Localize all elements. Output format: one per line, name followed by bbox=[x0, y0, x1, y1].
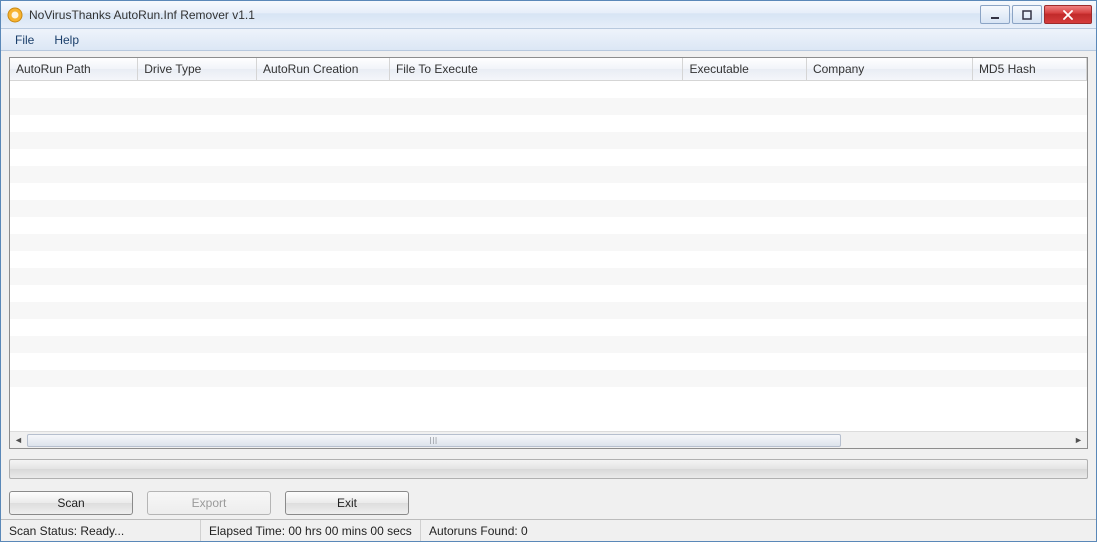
horizontal-scrollbar[interactable]: ◄ ||| ► bbox=[10, 431, 1087, 448]
list-row bbox=[10, 234, 1087, 251]
autorun-list: AutoRun Path Drive Type AutoRun Creation… bbox=[9, 57, 1088, 449]
col-autorun-creation[interactable]: AutoRun Creation bbox=[257, 58, 390, 80]
client-area: AutoRun Path Drive Type AutoRun Creation… bbox=[1, 51, 1096, 519]
exit-button[interactable]: Exit bbox=[285, 491, 409, 515]
list-body[interactable] bbox=[10, 81, 1087, 431]
export-button[interactable]: Export bbox=[147, 491, 271, 515]
list-row bbox=[10, 115, 1087, 132]
list-row bbox=[10, 183, 1087, 200]
app-icon bbox=[7, 7, 23, 23]
scroll-grip-icon: ||| bbox=[430, 437, 438, 444]
statusbar: Scan Status: Ready... Elapsed Time: 00 h… bbox=[1, 519, 1096, 541]
list-row bbox=[10, 166, 1087, 183]
list-row bbox=[10, 268, 1087, 285]
list-row bbox=[10, 132, 1087, 149]
list-row bbox=[10, 370, 1087, 387]
col-company[interactable]: Company bbox=[807, 58, 973, 80]
window-title: NoVirusThanks AutoRun.Inf Remover v1.1 bbox=[29, 8, 978, 22]
menubar: File Help bbox=[1, 29, 1096, 51]
button-row: Scan Export Exit bbox=[9, 491, 1088, 515]
window-controls bbox=[978, 5, 1092, 24]
status-scan: Scan Status: Ready... bbox=[1, 520, 201, 541]
menu-help[interactable]: Help bbox=[44, 31, 89, 49]
col-drive-type[interactable]: Drive Type bbox=[138, 58, 257, 80]
scroll-right-icon[interactable]: ► bbox=[1070, 432, 1087, 449]
list-row bbox=[10, 149, 1087, 166]
maximize-button[interactable] bbox=[1012, 5, 1042, 24]
list-row bbox=[10, 285, 1087, 302]
list-row bbox=[10, 217, 1087, 234]
list-row bbox=[10, 98, 1087, 115]
close-button[interactable] bbox=[1044, 5, 1092, 24]
list-row bbox=[10, 200, 1087, 217]
list-row bbox=[10, 353, 1087, 370]
list-row bbox=[10, 251, 1087, 268]
col-md5-hash[interactable]: MD5 Hash bbox=[973, 58, 1087, 80]
menu-file[interactable]: File bbox=[5, 31, 44, 49]
list-row bbox=[10, 336, 1087, 353]
titlebar[interactable]: NoVirusThanks AutoRun.Inf Remover v1.1 bbox=[1, 1, 1096, 29]
scroll-thumb[interactable]: ||| bbox=[27, 434, 841, 447]
col-executable[interactable]: Executable bbox=[683, 58, 807, 80]
list-row bbox=[10, 81, 1087, 98]
col-autorun-path[interactable]: AutoRun Path bbox=[10, 58, 138, 80]
progress-bar bbox=[9, 459, 1088, 479]
scroll-track[interactable]: ||| bbox=[27, 432, 1070, 448]
list-header: AutoRun Path Drive Type AutoRun Creation… bbox=[10, 58, 1087, 81]
minimize-button[interactable] bbox=[980, 5, 1010, 24]
list-row bbox=[10, 319, 1087, 336]
app-window: NoVirusThanks AutoRun.Inf Remover v1.1 F… bbox=[0, 0, 1097, 542]
col-file-to-execute[interactable]: File To Execute bbox=[390, 58, 684, 80]
status-elapsed: Elapsed Time: 00 hrs 00 mins 00 secs bbox=[201, 520, 421, 541]
status-found: Autoruns Found: 0 bbox=[421, 520, 1096, 541]
scan-button[interactable]: Scan bbox=[9, 491, 133, 515]
scroll-left-icon[interactable]: ◄ bbox=[10, 432, 27, 449]
list-row bbox=[10, 302, 1087, 319]
